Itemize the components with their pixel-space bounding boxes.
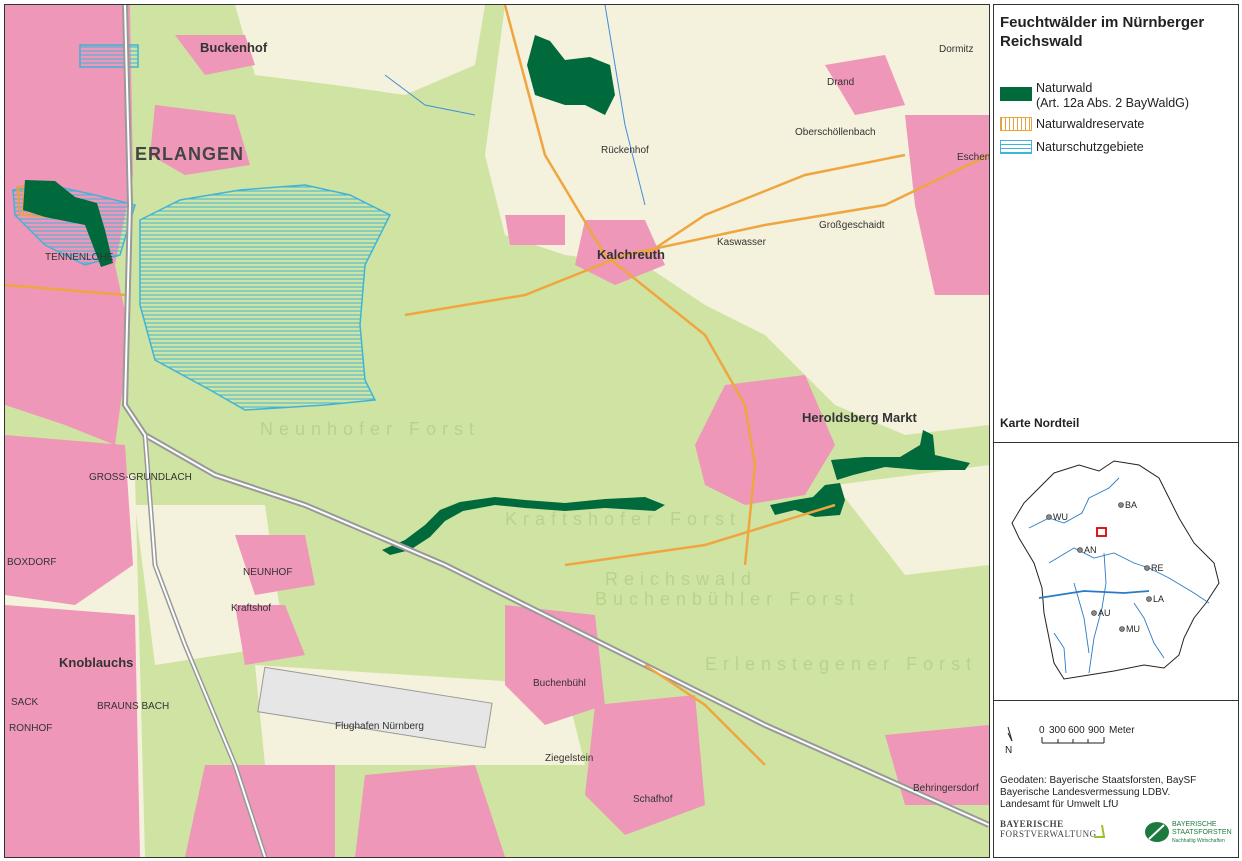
scale-label-600: 600 xyxy=(1068,725,1085,736)
topographic-map: ERLANGEN Buckenhof Kalchreuth Heroldsberg M… xyxy=(5,5,989,857)
scale-label-900: 900 xyxy=(1088,725,1105,736)
map-area[interactable]: ERLANGEN Buckenhof Kalchreuth Heroldsberg M… xyxy=(4,4,990,858)
place-label-heroldsberg-markt: Heroldsberg Markt xyxy=(802,410,918,425)
svg-text:RE: RE xyxy=(1151,563,1164,573)
legend-label: Naturwald xyxy=(1036,81,1093,95)
place-label-kaswasser: Kaswasser xyxy=(717,237,767,248)
place-label-kraftshofer-forst: Kraftshofer Forst xyxy=(505,509,741,529)
place-label-boxdorf: BOXDORF xyxy=(7,557,56,568)
info-section: N 0 300 600 900 Meter Geodaten: Bayerisc… xyxy=(994,701,1238,857)
credit-line: Landesamt für Umwelt LfU xyxy=(1000,799,1119,810)
place-label-flughafen-nürnberg: Flughafen Nürnberg xyxy=(335,721,424,732)
place-label-sack: SACK xyxy=(11,697,39,708)
naturwald-swatch xyxy=(1000,87,1032,101)
legend-section: Feuchtwälder im Nürnberger Reichswald Na… xyxy=(994,5,1238,443)
staatsforsten-logo: BAYERISCHE STAATSFORSTEN Nachhaltig Wirt… xyxy=(1144,819,1234,851)
place-label-dormitz: Dormitz xyxy=(939,44,973,55)
credit-line: Geodaten: Bayerische Staatsforsten, BayS… xyxy=(1000,775,1197,786)
place-label-ziegelstein: Ziegelstein xyxy=(545,753,593,764)
place-label-kraftshof: Kraftshof xyxy=(231,603,271,614)
north-arrow-icon xyxy=(1007,726,1013,742)
place-label-gross-grundlach: GROSS-GRUNDLACH xyxy=(89,472,192,483)
scale-unit: Meter xyxy=(1109,725,1135,736)
place-label-oberschöllenbach: Oberschöllenbach xyxy=(795,127,876,138)
place-label-reichswald: Reichswald xyxy=(605,569,757,589)
svg-text:WU: WU xyxy=(1053,512,1068,522)
place-label-schafhof: Schafhof xyxy=(633,794,673,805)
logo-text: Nachhaltig Wirtschaften xyxy=(1172,838,1225,844)
svg-text:MU: MU xyxy=(1126,624,1140,634)
svg-text:AN: AN xyxy=(1084,545,1097,555)
bavaria-outline xyxy=(1011,460,1220,680)
legend-label: Naturwaldreservate xyxy=(1036,117,1145,131)
overview-inset: BA WU AN RE LA AU MU xyxy=(994,443,1238,701)
data-credits: Geodaten: Bayerische Staatsforsten, BayS… xyxy=(1000,775,1196,811)
place-label-eschenau: Eschenau xyxy=(957,152,989,163)
north-label: N xyxy=(1005,745,1013,756)
scale-bar xyxy=(1041,737,1105,744)
place-label-drand: Drand xyxy=(827,77,854,88)
place-label-neunhof: NEUNHOF xyxy=(243,567,292,578)
staatsforsten-leaf-icon xyxy=(1145,822,1169,842)
map-title: Feuchtwälder im Nürnberger Reichswald xyxy=(1000,14,1205,50)
place-label-buchenbühler-forst: Buchenbühler Forst xyxy=(595,589,860,609)
logo-text: STAATSFORSTEN xyxy=(1172,829,1232,836)
place-label-rückenhof: Rückenhof xyxy=(601,145,649,156)
svg-text:LA: LA xyxy=(1153,594,1164,604)
legend-label: (Art. 12a Abs. 2 BayWaldG) xyxy=(1036,96,1190,110)
scale-label-0: 0 xyxy=(1039,725,1045,736)
legend-label: Naturschutzgebiete xyxy=(1036,140,1144,154)
place-label-tennenlohe: TENNENLOHE xyxy=(45,252,114,263)
naturwaldreservat-swatch xyxy=(1000,117,1032,131)
logo-text: BAYERISCHE xyxy=(1172,821,1217,828)
place-label-ronhof: RONHOF xyxy=(9,723,52,734)
svg-text:AU: AU xyxy=(1098,608,1111,618)
side-panel: Feuchtwälder im Nürnberger Reichswald Na… xyxy=(993,4,1239,858)
naturschutzgebiet-swatch xyxy=(1000,140,1032,154)
forstverwaltung-mark-icon xyxy=(1094,824,1106,838)
place-label-buckenhof: Buckenhof xyxy=(200,40,268,55)
place-label-knoblauchs: Knoblauchs xyxy=(59,655,133,670)
place-label-erlenstegener-forst: Erlenstegener Forst xyxy=(705,654,977,674)
place-label-behringersdorf: Behringersdorf xyxy=(913,783,979,794)
scale-label-300: 300 xyxy=(1049,725,1066,736)
place-label-buchenbühl: Buchenbühl xyxy=(533,678,586,689)
map-subtitle: Karte Nordteil xyxy=(1000,416,1080,430)
place-label-großgeschaidt: Großgeschaidt xyxy=(819,220,885,231)
place-label-kalchreuth: Kalchreuth xyxy=(597,247,665,262)
forstverwaltung-logo: BAYERISCHE FORSTVERWALTUNG xyxy=(1000,819,1110,849)
bavaria-overview-map: BA WU AN RE LA AU MU xyxy=(1011,460,1220,680)
place-label-brauns-bach: BRAUNS BACH xyxy=(97,701,169,712)
credit-line: Bayerische Landesvermessung LDBV. xyxy=(1000,787,1171,798)
place-label-erlangen: ERLANGEN xyxy=(135,144,244,164)
place-label-neunhofer-forst: Neunhofer Forst xyxy=(260,419,480,439)
svg-text:BA: BA xyxy=(1125,500,1137,510)
